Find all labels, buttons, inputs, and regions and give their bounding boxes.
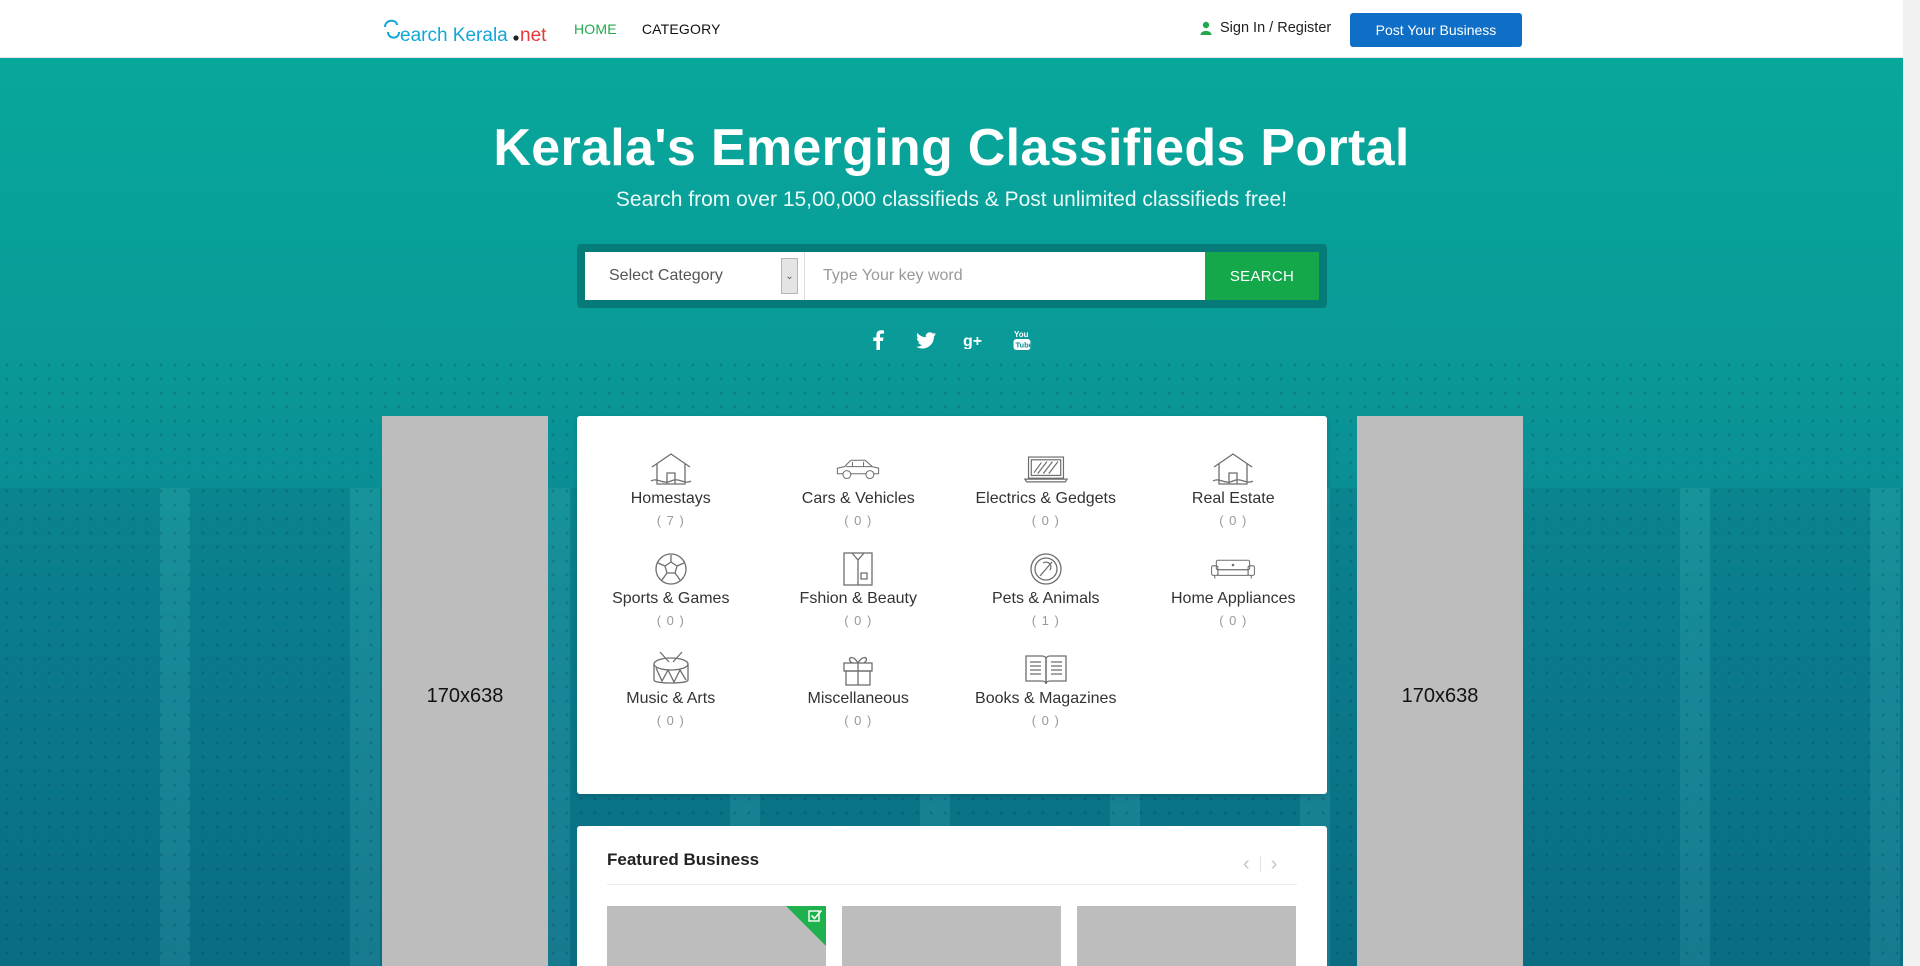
category-count: ( 7 ) (656, 513, 685, 528)
featured-item[interactable] (607, 906, 826, 966)
category-music-arts[interactable]: Music & Arts ( 0 ) (577, 650, 765, 728)
category-electrics-gedgets[interactable]: Electrics & Gedgets ( 0 ) (952, 450, 1140, 528)
category-count: ( 0 ) (844, 613, 873, 628)
soccer-ball-icon (648, 550, 694, 588)
house-icon (648, 450, 694, 488)
chevron-right-icon[interactable]: › (1271, 854, 1278, 874)
category-name: Electrics & Gedgets (975, 490, 1117, 507)
nav-category[interactable]: CATEGORY (642, 21, 721, 37)
category-name: Cars & Vehicles (801, 490, 915, 507)
category-count: ( 0 ) (1219, 613, 1248, 628)
chevron-down-icon[interactable]: ⌄ (781, 258, 798, 294)
category-name: Pets & Animals (991, 590, 1100, 607)
category-count: ( 0 ) (656, 613, 685, 628)
laptop-icon (1023, 450, 1069, 488)
category-name: Fshion & Beauty (799, 590, 917, 607)
category-name: Sports & Games (612, 590, 730, 607)
category-homestays[interactable]: Homestays ( 7 ) (577, 450, 765, 528)
nav-divider (1259, 856, 1261, 872)
category-books-magazines[interactable]: Books & Magazines ( 0 ) (952, 650, 1140, 728)
category-count: ( 0 ) (656, 713, 685, 728)
right-ad-banner[interactable]: 170x638 (1357, 416, 1523, 966)
category-select-value: Select Category (609, 267, 723, 284)
search-button[interactable]: SEARCH (1205, 252, 1319, 300)
page-scrollbar[interactable] (1903, 0, 1920, 966)
category-count: ( 1 ) (1031, 613, 1060, 628)
left-ad-banner[interactable]: 170x638 (382, 416, 548, 966)
pet-icon (1023, 550, 1069, 588)
categories-grid: Homestays ( 7 ) Cars & Vehicles ( 0 ) El… (577, 450, 1327, 728)
category-count: ( 0 ) (1219, 513, 1248, 528)
featured-item[interactable] (842, 906, 1061, 966)
category-name: Miscellaneous (807, 690, 909, 707)
top-navbar: earch Kerala net HOME CATEGORY Sign In /… (0, 0, 1920, 58)
category-cars-vehicles[interactable]: Cars & Vehicles ( 0 ) (765, 450, 953, 528)
featured-carousel-nav: ‹ › (1243, 854, 1277, 874)
category-miscellaneous[interactable]: Miscellaneous ( 0 ) (765, 650, 953, 728)
chevron-left-icon[interactable]: ‹ (1243, 854, 1250, 874)
category-fshion-beauty[interactable]: Fshion & Beauty ( 0 ) (765, 550, 953, 628)
google-plus-icon[interactable]: g+ (962, 328, 986, 352)
signin-label: Sign In / Register (1220, 20, 1332, 36)
hero-subtitle: Search from over 15,00,000 classifieds &… (615, 188, 1288, 211)
category-count: ( 0 ) (844, 513, 873, 528)
category-sports-games[interactable]: Sports & Games ( 0 ) (577, 550, 765, 628)
right-ad-size-label: 170x638 (1401, 684, 1479, 707)
svg-text:earch Kerala: earch Kerala (400, 25, 508, 46)
category-home-appliances[interactable]: Home Appliances ( 0 ) (1140, 550, 1328, 628)
twitter-icon[interactable] (914, 328, 938, 352)
main-nav: HOME CATEGORY (574, 21, 721, 37)
categories-panel: Homestays ( 7 ) Cars & Vehicles ( 0 ) El… (577, 416, 1327, 794)
facebook-icon[interactable] (866, 328, 890, 352)
category-pets-animals[interactable]: Pets & Animals ( 1 ) (952, 550, 1140, 628)
logo-mark: earch Kerala net (384, 19, 547, 46)
category-select[interactable]: Select Category ⌄ (585, 252, 805, 300)
car-icon (835, 450, 881, 488)
left-ad-size-label: 170x638 (426, 684, 504, 707)
svg-text:g+: g+ (963, 333, 982, 349)
book-icon (1023, 650, 1069, 688)
hero-title: Kerala's Emerging Classifieds Portal (493, 119, 1410, 177)
category-name: Real Estate (1191, 490, 1275, 507)
post-business-button[interactable]: Post Your Business (1350, 13, 1522, 47)
youtube-icon[interactable]: You Tube (1010, 328, 1034, 352)
sofa-icon (1210, 550, 1256, 588)
site-logo[interactable]: earch Kerala net (383, 14, 549, 46)
gift-icon (835, 650, 881, 688)
social-links: g+ You Tube (866, 328, 1034, 352)
shirt-icon (835, 550, 881, 588)
featured-divider (607, 884, 1297, 885)
category-name: Home Appliances (1170, 590, 1296, 607)
svg-text:net: net (520, 25, 547, 46)
house-icon (1210, 450, 1256, 488)
search-bar: Select Category ⌄ SEARCH (577, 244, 1327, 308)
nav-home[interactable]: HOME (574, 21, 617, 37)
featured-business-panel: Featured Business ‹ › (577, 826, 1327, 966)
category-count: ( 0 ) (1031, 713, 1060, 728)
user-icon (1200, 21, 1212, 35)
signin-link[interactable]: Sign In / Register (1200, 20, 1331, 36)
featured-item[interactable] (1077, 906, 1296, 966)
svg-text:You: You (1014, 330, 1029, 339)
check-square-icon (808, 909, 823, 922)
category-name: Music & Arts (626, 690, 716, 707)
category-real-estate[interactable]: Real Estate ( 0 ) (1140, 450, 1328, 528)
category-count: ( 0 ) (1031, 513, 1060, 528)
category-name: Books & Magazines (975, 690, 1117, 707)
category-name: Homestays (630, 490, 711, 507)
keyword-input[interactable] (805, 252, 1205, 300)
svg-text:Tube: Tube (1016, 341, 1032, 350)
drum-icon (648, 650, 694, 688)
featured-business-title: Featured Business (607, 850, 760, 869)
category-count: ( 0 ) (844, 713, 873, 728)
